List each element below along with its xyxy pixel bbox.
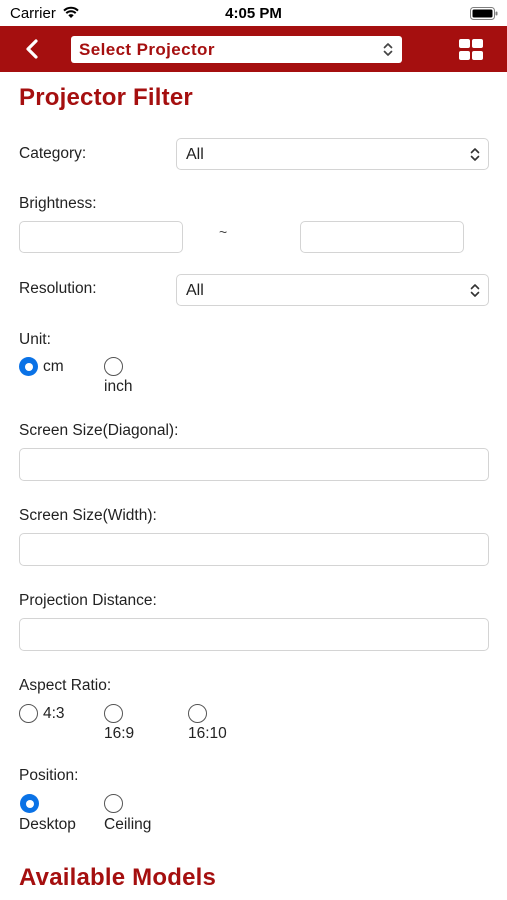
available-models-title: Available Models <box>19 864 217 891</box>
position-label: Position: <box>19 767 79 784</box>
brightness-label: Brightness: <box>19 195 97 212</box>
chevron-up-down-icon <box>470 284 480 297</box>
screen-size-diagonal-input[interactable] <box>19 448 489 481</box>
chevron-up-down-icon <box>470 148 480 161</box>
category-select[interactable]: All <box>176 138 489 170</box>
aspect-option-label: 16:9 <box>104 725 135 742</box>
chevron-left-icon <box>26 39 38 59</box>
resolution-label: Resolution: <box>19 280 97 297</box>
status-time: 4:05 PM <box>225 5 282 22</box>
screen-size-width-label: Screen Size(Width): <box>19 507 157 524</box>
unit-option-label: cm <box>43 358 64 375</box>
projection-distance-input[interactable] <box>19 618 489 651</box>
screen-size-diagonal-label: Screen Size(Diagonal): <box>19 422 179 439</box>
brightness-max-input[interactable] <box>300 221 464 253</box>
radio-unselected-icon <box>104 704 123 723</box>
back-button[interactable] <box>18 35 46 63</box>
position-option-label: Desktop <box>19 816 76 833</box>
radio-unselected-icon <box>104 794 123 813</box>
screen-size-width-input[interactable] <box>19 533 489 566</box>
status-bar: Carrier 4:05 PM <box>0 0 507 26</box>
projector-filter-title: Projector Filter <box>19 84 193 111</box>
select-projector-label: Select Projector <box>79 40 215 59</box>
aspect-ratio-label: Aspect Ratio: <box>19 677 112 694</box>
unit-label: Unit: <box>19 331 51 348</box>
chevron-up-down-icon <box>383 43 393 56</box>
position-option-label: Ceiling <box>104 816 152 833</box>
radio-selected-icon <box>20 794 39 813</box>
select-projector-dropdown[interactable]: Select Projector <box>71 36 402 63</box>
aspect-option-label: 4:3 <box>43 705 65 722</box>
resolution-select[interactable]: All <box>176 274 489 306</box>
radio-unselected-icon <box>19 704 38 723</box>
radio-unselected-icon <box>104 357 123 376</box>
radio-selected-icon <box>19 357 38 376</box>
grid-view-button[interactable] <box>459 39 484 61</box>
category-label: Category: <box>19 145 87 162</box>
aspect-option-label: 16:10 <box>188 725 227 742</box>
unit-option-label: inch <box>104 378 133 395</box>
category-value: All <box>186 146 204 163</box>
radio-unselected-icon <box>188 704 207 723</box>
range-separator: ~ <box>219 224 228 240</box>
resolution-value: All <box>186 282 204 299</box>
brightness-min-input[interactable] <box>19 221 183 253</box>
battery-icon <box>470 7 498 20</box>
nav-bar: Select Projector <box>0 26 507 72</box>
projection-distance-label: Projection Distance: <box>19 592 157 609</box>
